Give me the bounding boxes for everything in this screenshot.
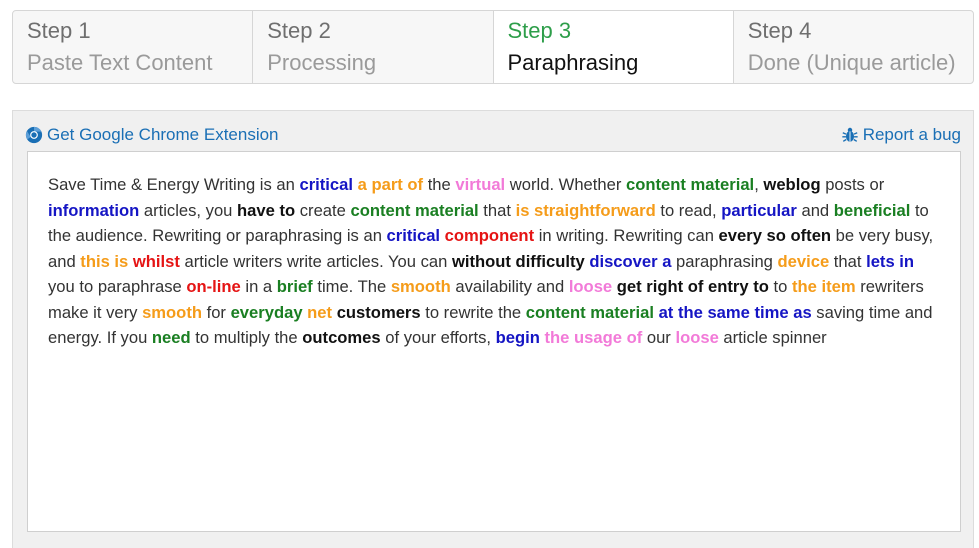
steps-bar: Step 1 Paste Text Content Step 2 Process… <box>12 10 974 84</box>
replaced-phrase[interactable]: critical <box>387 226 441 245</box>
replaced-phrase[interactable]: every so often <box>719 226 832 245</box>
report-bug-label: Report a bug <box>862 125 961 144</box>
replaced-phrase[interactable]: brief <box>277 277 313 296</box>
bug-icon <box>841 126 859 144</box>
panel-toolbar: Get Google Chrome Extension Report a bug <box>25 125 961 151</box>
chrome-extension-link[interactable]: Get Google Chrome Extension <box>25 125 279 145</box>
step-title: Paraphrasing <box>507 50 639 75</box>
replaced-phrase[interactable]: critical <box>299 175 353 194</box>
plain-text: create <box>295 200 351 220</box>
replaced-phrase[interactable]: this is <box>80 252 128 271</box>
replaced-phrase[interactable]: have to <box>237 201 295 220</box>
plain-text: time. The <box>312 277 391 296</box>
replaced-phrase[interactable]: need <box>152 328 191 347</box>
step-number: Step 2 <box>267 18 331 43</box>
replaced-phrase[interactable]: content material <box>350 201 478 220</box>
step-3[interactable]: Step 3 Paraphrasing <box>493 11 734 83</box>
plain-text: our <box>642 328 676 347</box>
replaced-phrase[interactable]: device <box>778 252 830 271</box>
plain-text: world. Whether <box>505 175 626 194</box>
replaced-phrase[interactable]: a part of <box>358 175 423 194</box>
step-2[interactable]: Step 2 Processing <box>253 11 494 83</box>
replaced-phrase[interactable]: discover a <box>589 252 671 271</box>
plain-text: in writing. Rewriting can <box>534 226 719 245</box>
plain-text: that <box>478 200 516 220</box>
plain-text: paraphrasing <box>671 251 778 271</box>
replaced-phrase[interactable]: on-line <box>186 277 240 296</box>
step-title: Paste Text Content <box>27 50 213 75</box>
replaced-phrase[interactable]: content material <box>626 175 754 194</box>
replaced-phrase[interactable]: component <box>445 226 534 245</box>
replaced-phrase[interactable]: the usage of <box>545 328 643 347</box>
step-number: Step 1 <box>27 18 91 43</box>
replaced-phrase[interactable]: lets in <box>866 252 914 271</box>
replaced-phrase[interactable]: content material <box>526 303 654 322</box>
plain-text: for <box>201 302 231 322</box>
replaced-phrase[interactable]: particular <box>721 201 797 220</box>
chrome-icon <box>25 126 43 144</box>
step-number: Step 4 <box>747 18 812 43</box>
chrome-extension-label: Get Google Chrome Extension <box>47 125 279 144</box>
replaced-phrase[interactable]: loose <box>569 277 612 296</box>
plain-text: article writers write articles. You can <box>179 251 452 271</box>
plain-text: and <box>796 200 834 220</box>
step-number: Step 3 <box>507 18 572 43</box>
plain-text: to multiply the <box>190 328 303 347</box>
replaced-phrase[interactable]: begin <box>496 328 540 347</box>
report-bug-link[interactable]: Report a bug <box>841 125 961 145</box>
replaced-phrase[interactable]: everyday <box>231 303 303 322</box>
plain-text: articles, you <box>139 200 238 220</box>
replaced-phrase[interactable]: is straightforward <box>516 201 656 220</box>
plain-text: to rewrite the <box>420 302 526 322</box>
replaced-phrase[interactable]: outcomes <box>302 328 380 347</box>
plain-text: posts or <box>820 175 885 194</box>
step-1[interactable]: Step 1 Paste Text Content <box>13 11 254 83</box>
replaced-phrase[interactable]: loose <box>675 328 718 347</box>
paraphrased-output[interactable]: Save Time & Energy Writing is an critica… <box>27 151 961 532</box>
replaced-phrase[interactable]: weblog <box>763 175 820 194</box>
replaced-phrase[interactable]: customers <box>337 303 421 322</box>
replaced-phrase[interactable]: without difficulty <box>452 252 585 271</box>
replaced-phrase[interactable]: smooth <box>391 277 451 296</box>
replaced-phrase[interactable]: beneficial <box>834 201 911 220</box>
plain-text: in a <box>240 277 277 296</box>
replaced-phrase[interactable]: get right of entry to <box>617 277 769 296</box>
plain-text: the <box>423 175 456 194</box>
plain-text: to read, <box>655 200 722 220</box>
result-panel: Get Google Chrome Extension Report a bug… <box>12 110 974 548</box>
replaced-phrase[interactable]: information <box>48 201 139 220</box>
plain-text: article spinner <box>718 328 827 347</box>
plain-text: availability and <box>450 277 569 296</box>
plain-text: Save Time & Energy Writing is an <box>48 175 300 194</box>
plain-text: to <box>768 277 792 296</box>
step-title: Done (Unique article) <box>747 50 956 75</box>
replaced-phrase[interactable]: smooth <box>142 303 202 322</box>
plain-text: you to paraphrase <box>48 277 187 296</box>
replaced-phrase[interactable]: at the same time as <box>659 303 812 322</box>
replaced-phrase[interactable]: the item <box>792 277 856 296</box>
plain-text: of your efforts, <box>380 328 496 347</box>
replaced-phrase[interactable]: whilst <box>133 252 180 271</box>
step-4[interactable]: Step 4 Done (Unique article) <box>734 11 973 83</box>
replaced-phrase[interactable]: net <box>307 303 332 322</box>
replaced-phrase[interactable]: virtual <box>455 175 505 194</box>
plain-text: that <box>829 251 867 271</box>
step-title: Processing <box>267 50 377 75</box>
